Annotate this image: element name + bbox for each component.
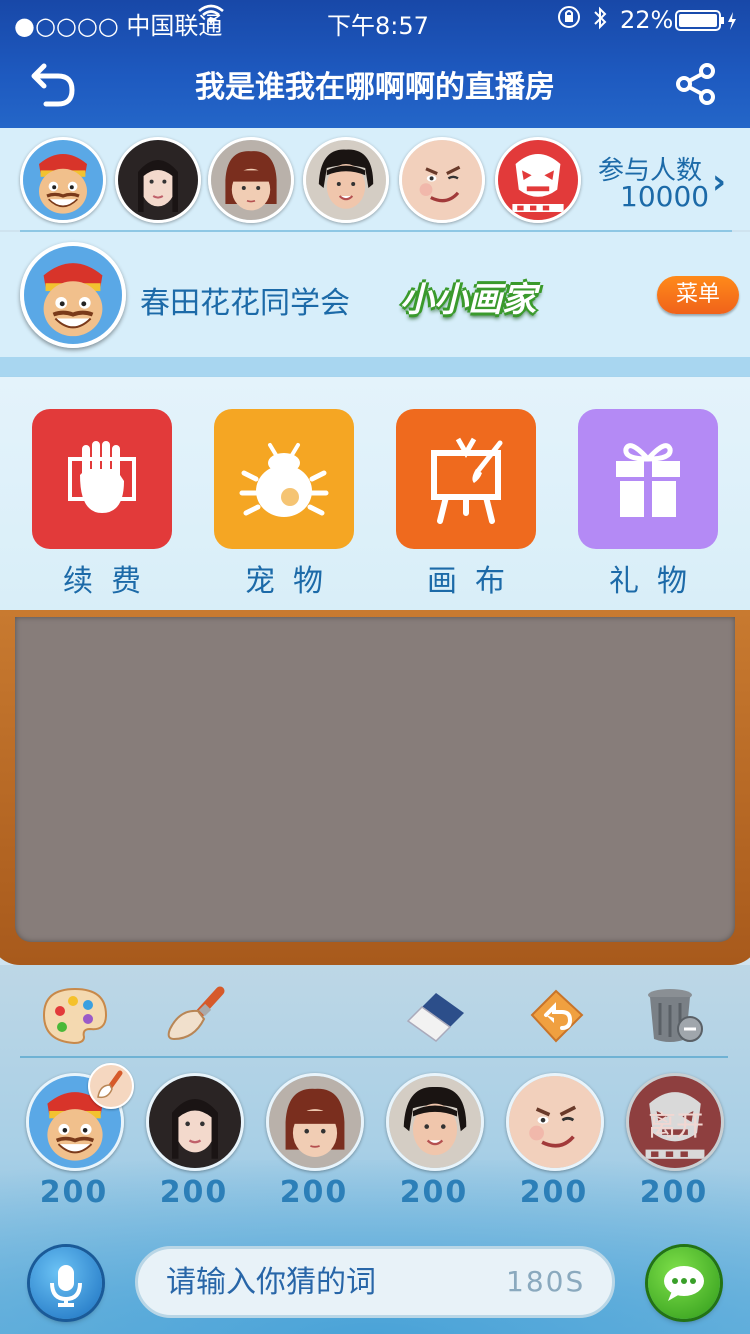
trash-icon[interactable] — [640, 985, 710, 1045]
bluetooth-icon — [592, 6, 608, 36]
drawing-canvas[interactable] — [15, 617, 735, 942]
participant-count-value: 10000 — [620, 180, 710, 213]
player-avatar[interactable] — [386, 1073, 484, 1171]
level-badge: 小小画家 — [400, 280, 536, 320]
carrier-text: ●○○○○ 中国联通 — [14, 12, 223, 40]
audience-avatar[interactable] — [495, 137, 581, 223]
canvas-button[interactable] — [396, 409, 536, 549]
brush-icon[interactable] — [160, 985, 230, 1045]
voice-button[interactable] — [30, 1247, 102, 1319]
eraser-icon[interactable] — [402, 985, 472, 1045]
pet-bug-icon — [239, 443, 329, 517]
chat-button[interactable] — [648, 1247, 720, 1319]
audience-avatar[interactable] — [20, 137, 106, 223]
menu-button[interactable]: 菜单 — [657, 276, 739, 314]
pet-button[interactable] — [214, 409, 354, 549]
orientation-lock-icon — [556, 4, 582, 36]
left-status-label: 离开 — [647, 1109, 704, 1142]
gift-button[interactable] — [578, 409, 718, 549]
player-score: 200 — [519, 1175, 589, 1210]
renew-hand-icon: ¥ — [68, 441, 136, 513]
microphone-icon — [50, 1265, 82, 1307]
renew-button[interactable]: ¥ — [32, 409, 172, 549]
status-bar: ●○○○○ 中国联通 下午8:57 22% — [0, 0, 750, 40]
chevron-right-icon[interactable]: › — [712, 162, 726, 202]
wifi-icon — [198, 4, 224, 32]
player-score: 200 — [159, 1175, 229, 1210]
player-avatar[interactable] — [506, 1073, 604, 1171]
clock: 下午8:57 — [327, 12, 429, 40]
canvas-easel-icon — [431, 437, 503, 524]
player-score: 200 — [399, 1175, 469, 1210]
battery-percent: 22% — [620, 6, 674, 34]
palette-icon[interactable] — [40, 985, 110, 1045]
countdown-timer: 180S — [506, 1265, 586, 1298]
audience-avatar[interactable] — [303, 137, 389, 223]
chat-bubble-icon — [664, 1266, 704, 1301]
divider — [20, 1056, 728, 1058]
undo-icon[interactable] — [522, 985, 592, 1045]
player-score: 200 — [279, 1175, 349, 1210]
drawer-brush-icon — [88, 1063, 134, 1109]
gift-icon — [616, 443, 680, 517]
renew-label: 续费 — [63, 564, 159, 599]
pet-label: 宠物 — [245, 564, 341, 599]
battery-icon — [675, 10, 737, 38]
host-name: 春田花花同学会 — [140, 286, 350, 321]
audience-avatar[interactable] — [115, 137, 201, 223]
audience-avatar[interactable] — [399, 137, 485, 223]
audience-avatar[interactable] — [208, 137, 294, 223]
player-avatar[interactable] — [146, 1073, 244, 1171]
gift-label: 礼物 — [609, 564, 705, 599]
host-avatar[interactable] — [20, 242, 126, 348]
share-icon[interactable] — [674, 62, 718, 110]
divider-band — [0, 357, 750, 377]
player-avatar[interactable] — [266, 1073, 364, 1171]
canvas-label: 画布 — [427, 564, 523, 599]
room-title: 我是谁我在哪啊啊的直播房 — [195, 70, 555, 105]
player-score: 200 — [639, 1175, 709, 1210]
player-score: 200 — [39, 1175, 109, 1210]
